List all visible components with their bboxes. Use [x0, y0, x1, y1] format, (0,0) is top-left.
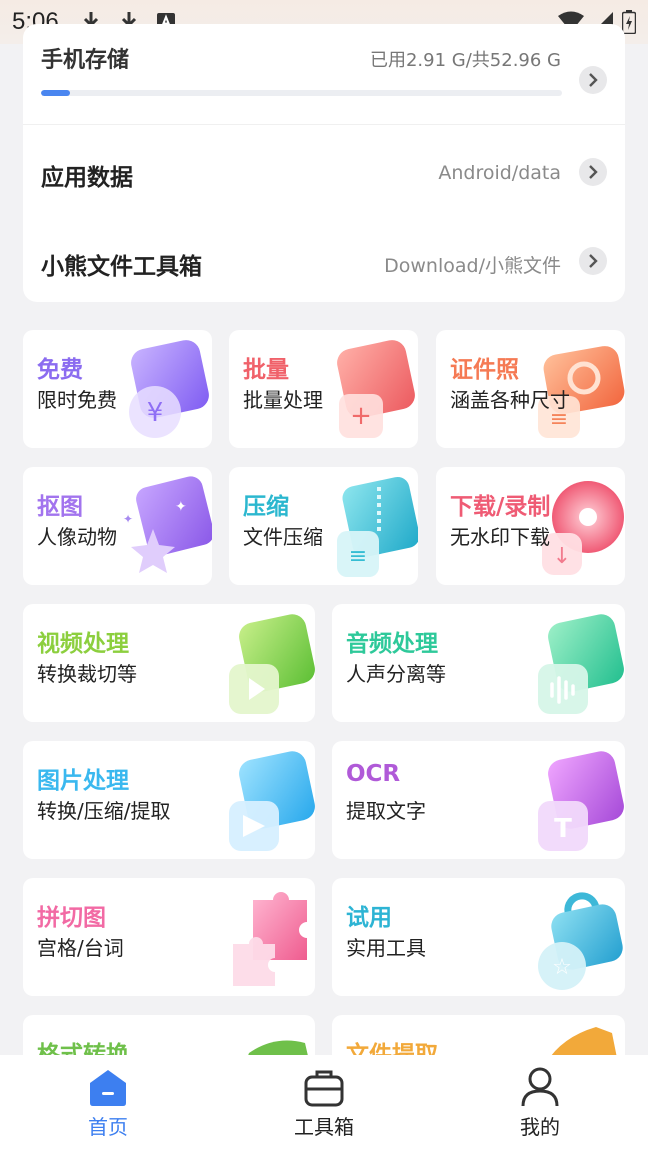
tool-title: 拼切图 [37, 905, 106, 931]
puzzle-icon [233, 892, 307, 986]
cutout-icon: ✦ ✦ [123, 476, 212, 573]
tool-title: 下载/录制 [450, 494, 551, 520]
tool-title: 免费 [37, 357, 83, 383]
tool-ocr[interactable]: T OCR 提取文字 [332, 741, 625, 859]
tool-subtitle: 人像动物 [37, 525, 117, 549]
nav-label: 我的 [520, 1115, 560, 1139]
nav-home[interactable]: 首页 [0, 1055, 216, 1152]
tool-image[interactable]: 图片处理 转换/压缩/提取 [23, 741, 315, 859]
row-title: 小熊文件工具箱 [41, 254, 202, 280]
tool-subtitle: 提取文字 [346, 799, 426, 823]
row-title: 应用数据 [41, 165, 133, 191]
chevron-right-icon[interactable] [579, 158, 607, 186]
tool-cutout[interactable]: ✦ ✦ 抠图 人像动物 [23, 467, 212, 585]
tool-subtitle: 转换裁切等 [37, 662, 137, 686]
tool-download-record[interactable]: ↓ 下载/录制 无水印下载 [436, 467, 625, 585]
toolbox-icon [304, 1070, 344, 1107]
tool-title: 抠图 [37, 494, 83, 520]
tool-free[interactable]: ¥ 免费 限时免费 [23, 330, 212, 448]
tool-title: 视频处理 [37, 631, 129, 657]
storage-usage: 已用2.91 G/共52.96 G [369, 50, 561, 71]
tool-video[interactable]: 视频处理 转换裁切等 [23, 604, 315, 722]
tool-batch[interactable]: + 批量 批量处理 [229, 330, 418, 448]
tool-title: 图片处理 [37, 768, 129, 794]
storage-title: 手机存储 [41, 48, 130, 73]
tool-subtitle: 限时免费 [37, 388, 117, 412]
storage-card: 手机存储 已用2.91 G/共52.96 G 应用数据 Android/data… [23, 24, 625, 302]
profile-icon [521, 1067, 559, 1107]
tool-title: 试用 [346, 905, 392, 931]
svg-text:T: T [554, 814, 572, 844]
video-icon [229, 614, 315, 714]
svg-text:☆: ☆ [552, 955, 572, 980]
nav-label: 工具箱 [294, 1115, 354, 1139]
battery-icon [622, 10, 636, 34]
tool-subtitle: 无水印下载 [450, 525, 550, 549]
row-toolbox-folder[interactable]: 小熊文件工具箱 Download/小熊文件 [41, 241, 607, 281]
tool-trial[interactable]: ☆ 试用 实用工具 [332, 878, 625, 996]
tool-title: OCR [346, 761, 401, 787]
audio-icon [538, 614, 624, 714]
row-path: Android/data [438, 162, 561, 184]
tool-compress[interactable]: ≡ 压缩 文件压缩 [229, 467, 418, 585]
tool-puzzle[interactable]: 拼切图 宫格/台词 [23, 878, 315, 996]
chevron-right-icon[interactable] [579, 247, 607, 275]
storage-progress-fill [41, 90, 70, 96]
tool-subtitle: 批量处理 [243, 388, 323, 412]
tool-subtitle: 文件压缩 [243, 525, 323, 549]
svg-text:✦: ✦ [175, 499, 187, 515]
svg-text:✦: ✦ [123, 512, 133, 526]
image-icon [229, 751, 315, 851]
row-path: Download/小熊文件 [384, 255, 561, 277]
nav-profile[interactable]: 我的 [432, 1055, 648, 1152]
ocr-icon: T [538, 751, 624, 851]
coin-icon: ¥ [129, 340, 209, 438]
bottom-navigation: 首页 工具箱 我的 [0, 1055, 648, 1152]
tool-subtitle: 涵盖各种尺寸 [450, 388, 570, 412]
row-app-data[interactable]: 应用数据 Android/data [41, 152, 607, 192]
tool-title: 压缩 [243, 494, 289, 520]
svg-text:↓: ↓ [553, 544, 571, 569]
tool-title: 音频处理 [346, 631, 438, 657]
home-icon [90, 1070, 126, 1106]
zip-icon: ≡ [337, 476, 418, 577]
tool-subtitle: 实用工具 [346, 936, 426, 960]
phone-storage-header[interactable]: 手机存储 已用2.91 G/共52.96 G [41, 38, 607, 94]
tool-title: 证件照 [450, 357, 519, 383]
svg-text:+: + [350, 401, 372, 431]
svg-text:≡: ≡ [349, 544, 367, 569]
tool-audio[interactable]: 音频处理 人声分离等 [332, 604, 625, 722]
divider [23, 124, 625, 125]
nav-toolbox[interactable]: 工具箱 [216, 1055, 432, 1152]
svg-text:¥: ¥ [147, 398, 164, 428]
nav-label: 首页 [88, 1115, 128, 1139]
tool-subtitle: 宫格/台词 [37, 936, 124, 960]
trial-bag-icon: ☆ [538, 892, 623, 990]
tool-subtitle: 转换/压缩/提取 [37, 799, 171, 823]
chevron-right-icon[interactable] [579, 66, 607, 94]
batch-icon: + [337, 340, 415, 438]
storage-progress-bar [41, 90, 562, 96]
tool-id-photo[interactable]: ≡ 证件照 涵盖各种尺寸 [436, 330, 625, 448]
tool-title: 批量 [243, 357, 289, 383]
tool-subtitle: 人声分离等 [346, 662, 446, 686]
